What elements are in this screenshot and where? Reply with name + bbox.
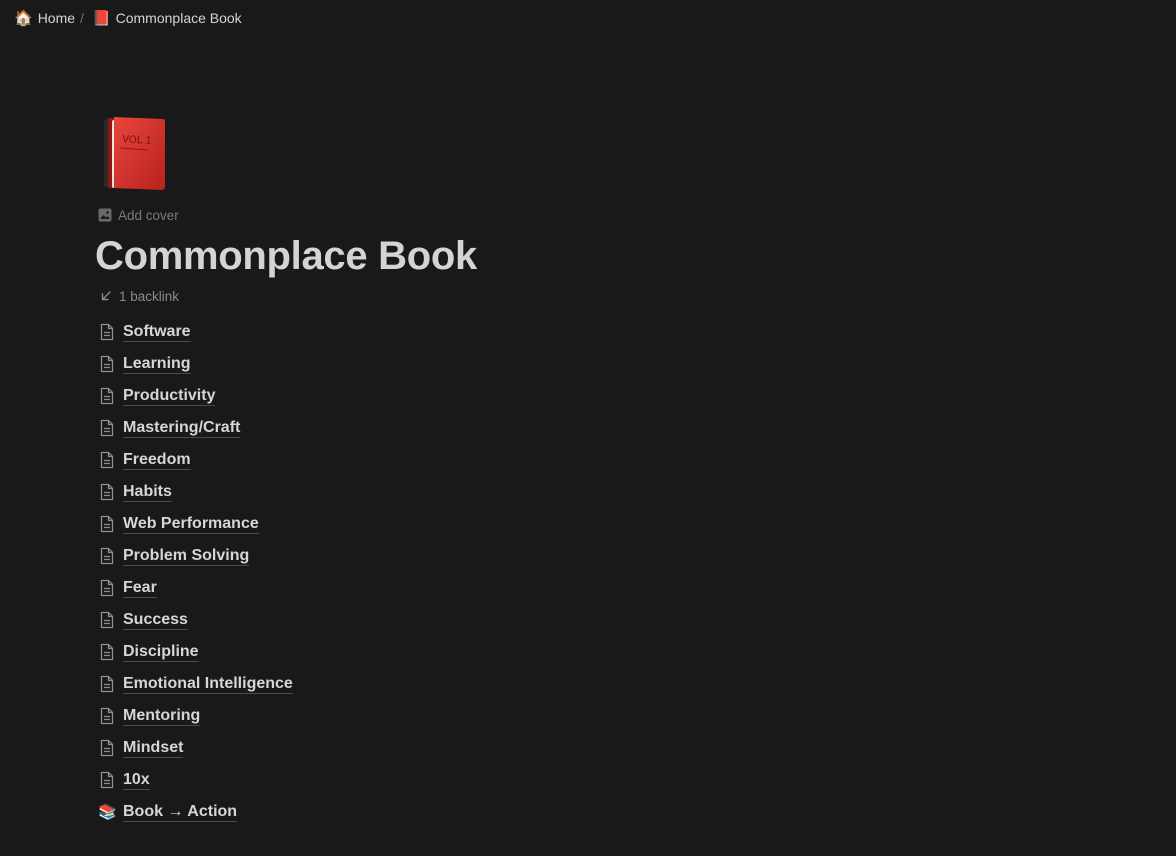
document-icon: [98, 707, 116, 725]
sub-page-link[interactable]: Problem Solving: [98, 540, 293, 572]
sub-page-label: Habits: [123, 483, 172, 502]
document-icon: [98, 451, 116, 469]
sub-page-list: Software Learning Productivity Mastering/Cr…: [98, 316, 293, 828]
add-cover-button[interactable]: Add cover: [98, 206, 179, 224]
document-icon: [98, 675, 116, 693]
sub-page-label: Learning: [123, 355, 191, 374]
document-icon: [98, 739, 116, 757]
arrow-down-left-icon: [101, 291, 111, 301]
sub-page-link[interactable]: Mindset: [98, 732, 293, 764]
add-cover-label: Add cover: [118, 207, 179, 223]
red-book-icon: VOL 1: [104, 117, 165, 190]
sub-page-label: Discipline: [123, 643, 199, 662]
sub-page-link[interactable]: Success: [98, 604, 293, 636]
breadcrumb-home[interactable]: 🏠 Home: [14, 10, 75, 26]
document-icon: [98, 323, 116, 341]
sub-page-link[interactable]: Mentoring: [98, 700, 293, 732]
page-icon-red-book[interactable]: VOL 1: [100, 114, 168, 192]
breadcrumb: 🏠 Home / 📕 Commonplace Book: [0, 0, 1176, 36]
sub-page-label: Software: [123, 323, 191, 342]
breadcrumb-home-label: Home: [37, 10, 76, 26]
breadcrumb-current-label: Commonplace Book: [115, 10, 242, 26]
sub-page-label: Productivity: [123, 387, 216, 406]
backlink-button[interactable]: 1 backlink: [99, 287, 179, 305]
sub-page-label: Mindset: [123, 739, 184, 758]
sub-page-link[interactable]: Learning: [98, 348, 293, 380]
red-book-icon: 📕: [91, 9, 111, 27]
sub-page-label: Mentoring: [123, 707, 201, 726]
document-icon: [98, 579, 116, 597]
sub-page-link[interactable]: Emotional Intelligence: [98, 668, 293, 700]
sub-page-label: Freedom: [123, 451, 191, 470]
sub-page-label: 10x: [123, 771, 150, 790]
breadcrumb-current[interactable]: 📕 Commonplace Book: [92, 10, 242, 26]
document-icon: [98, 643, 116, 661]
sub-page-label: Success: [123, 611, 188, 630]
sub-page-label: Mastering/Craft: [123, 419, 241, 438]
document-icon: [98, 547, 116, 565]
document-icon: [98, 387, 116, 405]
document-icon: [98, 419, 116, 437]
sub-page-label: Emotional Intelligence: [123, 675, 293, 694]
svg-text:VOL 1: VOL 1: [122, 134, 152, 147]
sub-page-link[interactable]: 10x: [98, 764, 293, 796]
page-title[interactable]: Commonplace Book: [95, 232, 477, 280]
sub-page-link[interactable]: Freedom: [98, 444, 293, 476]
sub-page-label: Web Performance: [123, 515, 259, 534]
document-icon: [98, 515, 116, 533]
breadcrumb-separator: /: [80, 10, 84, 26]
sub-page-label: Fear: [123, 579, 157, 598]
sub-page-link[interactable]: Software: [98, 316, 293, 348]
sub-page-link[interactable]: Habits: [98, 476, 293, 508]
document-icon: [98, 611, 116, 629]
sub-page-link[interactable]: Fear: [98, 572, 293, 604]
backlink-label: 1 backlink: [119, 288, 180, 304]
sub-page-link[interactable]: 📚 Book → Action: [98, 796, 293, 828]
sub-page-link[interactable]: Discipline: [98, 636, 293, 668]
sub-page-link[interactable]: Productivity: [98, 380, 293, 412]
sub-page-label: Problem Solving: [123, 547, 250, 566]
image-icon: [98, 208, 112, 222]
sub-page-label: Book → Action: [123, 803, 238, 822]
house-icon: 🏠: [14, 9, 33, 27]
books-icon: 📚: [98, 803, 117, 821]
document-icon: [98, 771, 116, 789]
sub-page-link[interactable]: Mastering/Craft: [98, 412, 293, 444]
document-icon: [98, 355, 116, 373]
sub-page-link[interactable]: Web Performance: [98, 508, 293, 540]
document-icon: [98, 483, 116, 501]
